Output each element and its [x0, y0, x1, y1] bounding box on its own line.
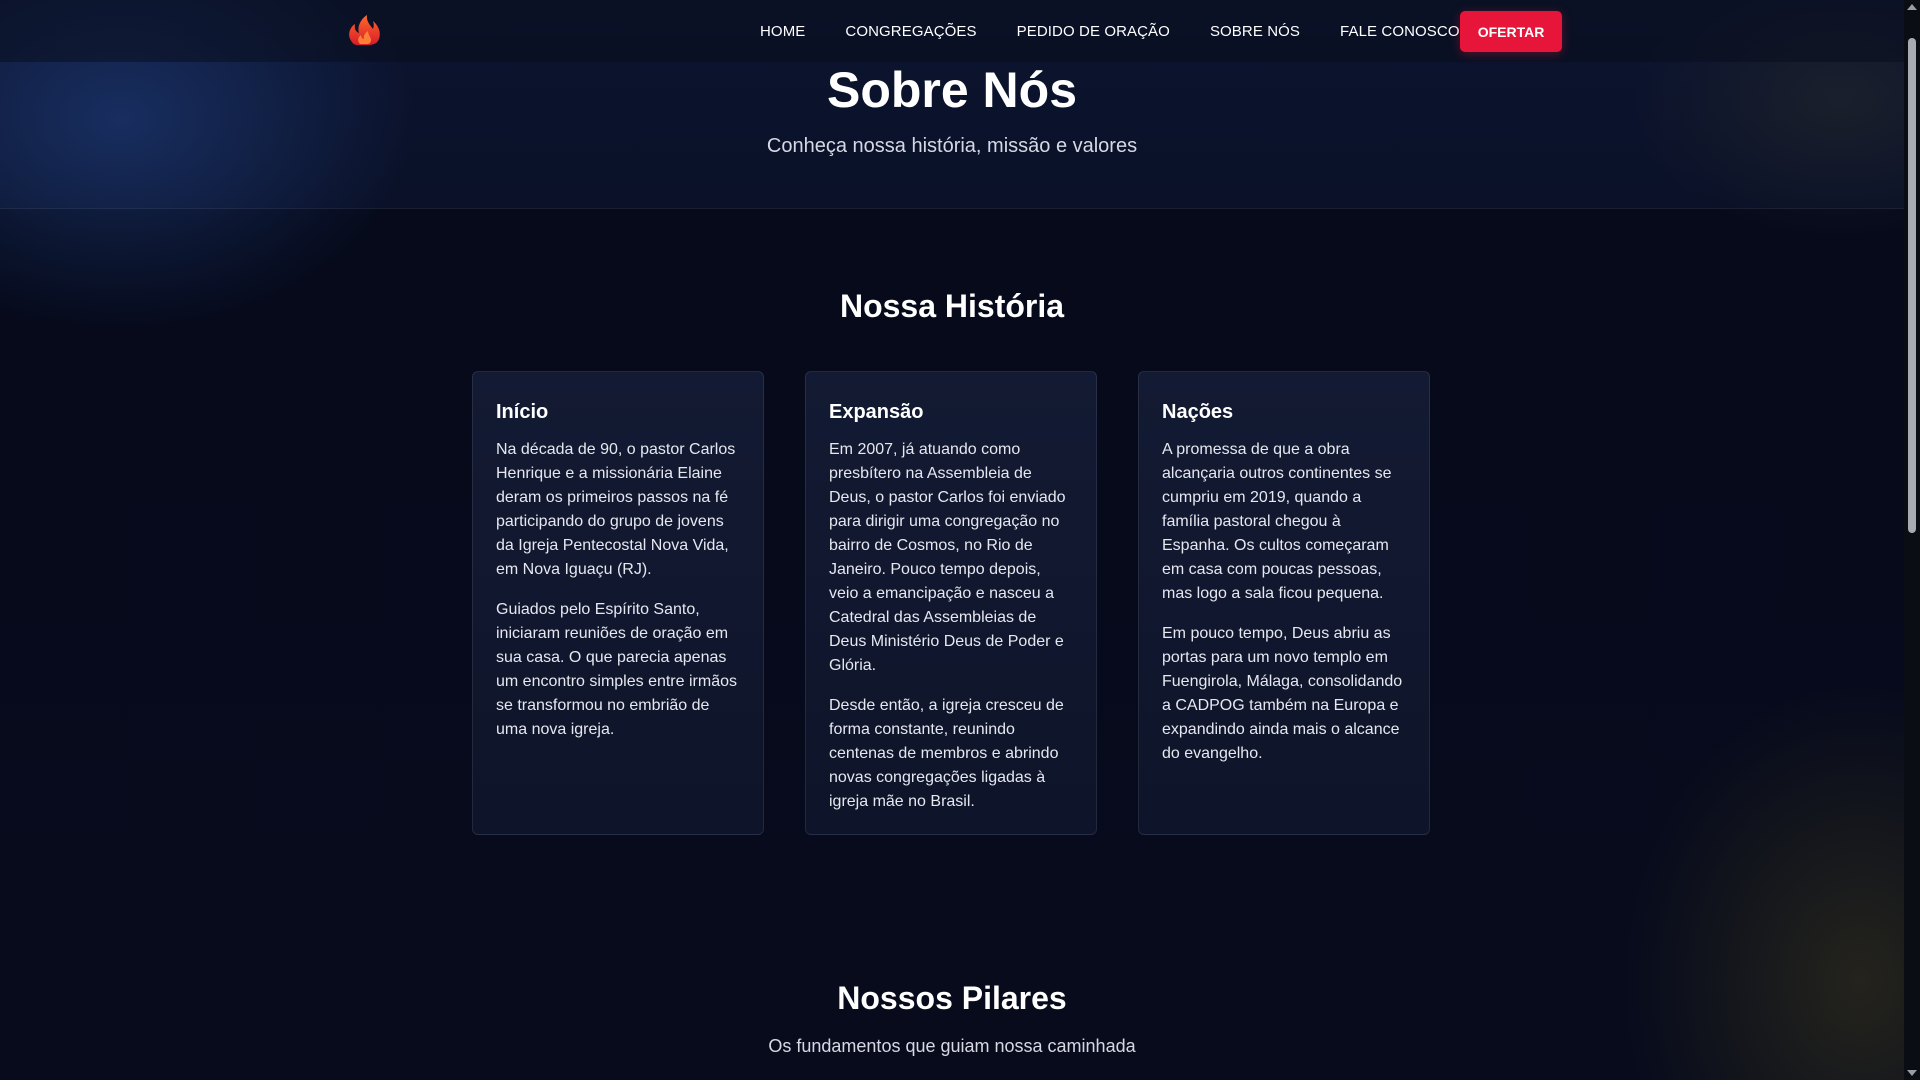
card-paragraph: Desde então, a igreja cresceu de forma c… — [829, 697, 1064, 810]
pillars-section-title: Nossos Pilares — [837, 980, 1067, 1016]
card-title: Expansão — [829, 401, 924, 423]
scroll-up-arrow-icon[interactable] — [1907, 4, 1917, 10]
history-section-title: Nossa História — [839, 288, 1065, 324]
pillars-subtitle: Os fundamentos que guiam nossa caminhada — [768, 1036, 1136, 1056]
card-paragraph: Em 2007, já atuando como presbítero na A… — [829, 441, 1066, 674]
flame-icon[interactable] — [346, 12, 384, 46]
nav-link-pedido-de-oracao[interactable]: PEDIDO DE ORAÇÃO — [1017, 23, 1170, 40]
nav-link-fale-conosco[interactable]: FALE CONOSCO — [1340, 23, 1460, 40]
page-subtitle: Conheça nossa história, missão e valores — [766, 135, 1138, 157]
ofertar-button[interactable]: OFERTAR — [1460, 11, 1562, 52]
history-card-nacoes: Nações A promessa de que a obra alcançar… — [1138, 371, 1430, 835]
card-paragraph: Em pouco tempo, Deus abriu as portas par… — [1162, 625, 1403, 762]
navbar: HOME CONGREGAÇÕES PEDIDO DE ORAÇÃO SOBRE… — [0, 0, 1904, 62]
nav-links: HOME CONGREGAÇÕES PEDIDO DE ORAÇÃO SOBRE… — [760, 0, 1460, 62]
vertical-scrollbar[interactable] — [1904, 0, 1920, 1080]
card-paragraph: A promessa de que a obra alcançaria outr… — [1162, 441, 1392, 602]
card-paragraph: Guiados pelo Espírito Santo, iniciaram r… — [496, 601, 737, 738]
page-title: Sobre Nós — [826, 62, 1078, 118]
card-title: Nações — [1162, 401, 1234, 423]
page: HOME CONGREGAÇÕES PEDIDO DE ORAÇÃO SOBRE… — [0, 0, 1904, 1080]
scrollbar-thumb[interactable] — [1908, 38, 1916, 533]
card-paragraph: Na década de 90, o pastor Carlos Henriqu… — [496, 441, 736, 578]
card-title: Início — [496, 401, 549, 423]
history-card-inicio: Início Na década de 90, o pastor Carlos … — [472, 371, 764, 835]
history-card-expansao: Expansão Em 2007, já atuando como presbí… — [805, 371, 1097, 835]
history-cards: Início Na década de 90, o pastor Carlos … — [472, 371, 1434, 837]
nav-link-congregacoes[interactable]: CONGREGAÇÕES — [845, 23, 976, 40]
scroll-down-arrow-icon[interactable] — [1907, 1070, 1917, 1076]
nav-link-sobre-nos[interactable]: SOBRE NÓS — [1210, 23, 1300, 40]
nav-link-home[interactable]: HOME — [760, 23, 805, 40]
